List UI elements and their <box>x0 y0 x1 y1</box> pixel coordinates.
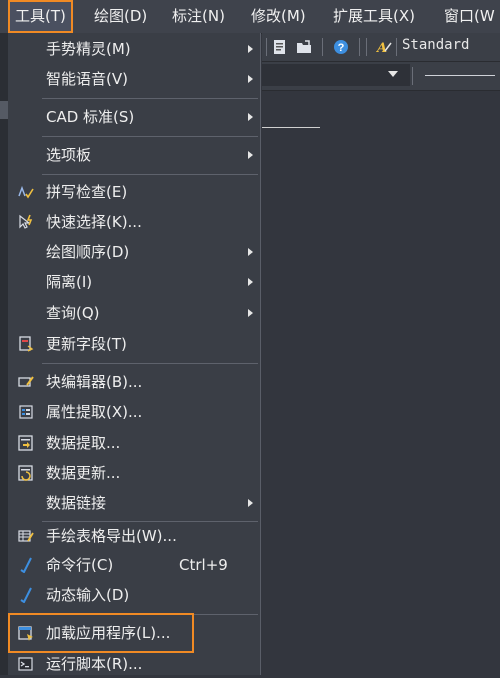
submenu-arrow-icon <box>248 278 253 286</box>
toolbar-separator <box>412 67 413 85</box>
menu-item-label: 数据链接 <box>46 494 107 512</box>
toolbar-separator <box>322 38 323 56</box>
menu-item-gesture-wizard[interactable]: 手势精灵(M) <box>8 35 260 63</box>
left-panel-tab[interactable] <box>0 101 8 119</box>
submenu-arrow-icon <box>248 151 253 159</box>
submenu-arrow-icon <box>248 45 253 53</box>
quick-select-icon <box>19 214 33 229</box>
menu-tools[interactable]: 工具(T) <box>8 0 73 33</box>
menu-item-label: 命令行(C) <box>46 556 114 574</box>
tools-dropdown-menu: 手势精灵(M) 智能语音(V) CAD 标准(S) 选项板 拼写检查(E) 快速… <box>8 33 261 675</box>
menu-item-label: 动态输入(D) <box>46 586 130 604</box>
menu-item-label: 智能语音(V) <box>46 70 128 88</box>
menu-item-hand-table-export[interactable]: 手绘表格导出(W)... <box>8 522 260 550</box>
menu-item-label: 隔离(I) <box>46 273 93 291</box>
menu-item-data-links[interactable]: 数据链接 <box>8 489 260 517</box>
menu-express-tools[interactable]: 扩展工具(X) <box>333 0 415 33</box>
menu-item-attribute-extraction[interactable]: 属性提取(X)... <box>8 398 260 426</box>
menu-item-spell-check[interactable]: 拼写检查(E) <box>8 178 260 206</box>
chevron-down-icon[interactable] <box>388 71 398 77</box>
submenu-arrow-icon <box>248 113 253 121</box>
menu-item-label: 选项板 <box>46 146 92 164</box>
menu-item-label: 运行脚本(R)... <box>46 655 143 673</box>
highlight-annotation <box>8 613 194 653</box>
menu-item-draw-order[interactable]: 绘图顺序(D) <box>8 238 260 266</box>
menu-item-label: 手势精灵(M) <box>46 40 131 58</box>
drawing-canvas-line <box>262 127 320 128</box>
menu-item-block-editor[interactable]: 块编辑器(B)... <box>8 368 260 396</box>
svg-text:A: A <box>376 41 387 55</box>
menu-item-palettes[interactable]: 选项板 <box>8 141 260 169</box>
menu-item-isolate[interactable]: 隔离(I) <box>8 268 260 296</box>
menu-item-quick-select[interactable]: 快速选择(K)... <box>8 208 260 236</box>
spell-check-icon <box>18 185 34 199</box>
menu-item-update-fields[interactable]: 更新字段(T) <box>8 330 260 358</box>
svg-text:?: ? <box>338 42 345 54</box>
run-script-icon <box>18 657 33 671</box>
folder-icon[interactable] <box>296 39 312 55</box>
menu-item-label: CAD 标准(S) <box>46 108 135 126</box>
menu-item-label: 手绘表格导出(W)... <box>46 527 177 545</box>
toolbar-separator <box>359 38 360 56</box>
help-icon[interactable]: ? <box>333 39 349 55</box>
menu-item-label: 绘图顺序(D) <box>46 243 130 261</box>
submenu-arrow-icon <box>248 248 253 256</box>
menu-item-label: 数据更新... <box>46 464 121 482</box>
menu-item-inquiry[interactable]: 查询(Q) <box>8 299 260 327</box>
text-style-combo[interactable]: Standard <box>402 37 469 53</box>
data-update-icon <box>18 465 33 481</box>
menu-separator <box>42 174 258 175</box>
menu-bar: 工具(T) 绘图(D) 标注(N) 修改(M) 扩展工具(X) 窗口(W <box>0 0 500 34</box>
menu-item-label: 拼写检查(E) <box>46 183 128 201</box>
toolbar-separator <box>396 38 397 56</box>
menu-item-label: 更新字段(T) <box>46 335 127 353</box>
menu-item-dynamic-input[interactable]: 动态输入(D) <box>8 581 260 609</box>
block-editor-icon <box>18 376 34 387</box>
menu-draw[interactable]: 绘图(D) <box>94 0 147 33</box>
document-icon[interactable] <box>272 39 288 55</box>
menu-item-cad-standards[interactable]: CAD 标准(S) <box>8 103 260 131</box>
menu-item-label: 属性提取(X)... <box>46 403 143 421</box>
update-fields-icon <box>19 336 34 352</box>
menu-separator <box>42 136 258 137</box>
data-extraction-icon <box>18 435 33 451</box>
table-export-icon <box>18 530 34 542</box>
attribute-extraction-icon <box>19 405 33 419</box>
checkmark-icon <box>20 557 32 573</box>
menu-modify[interactable]: 修改(M) <box>251 0 306 33</box>
menu-item-data-update[interactable]: 数据更新... <box>8 459 260 487</box>
menu-item-label: 块编辑器(B)... <box>46 373 143 391</box>
linetype-swatch[interactable] <box>425 75 495 76</box>
text-style-icon[interactable]: A <box>376 39 392 55</box>
menu-item-label: 查询(Q) <box>46 304 100 322</box>
menu-item-smart-voice[interactable]: 智能语音(V) <box>8 65 260 93</box>
menu-item-run-script[interactable]: 运行脚本(R)... <box>8 650 260 678</box>
toolbar-separator <box>266 38 267 56</box>
toolbar-separator <box>366 38 367 56</box>
menu-window[interactable]: 窗口(W <box>444 0 495 33</box>
menu-dimension[interactable]: 标注(N) <box>172 0 225 33</box>
menu-item-label: 数据提取... <box>46 434 121 452</box>
submenu-arrow-icon <box>248 499 253 507</box>
menu-separator <box>42 363 258 364</box>
menu-separator <box>42 98 258 99</box>
menu-item-label: 快速选择(K)... <box>46 213 142 231</box>
checkmark-icon <box>20 587 32 603</box>
menu-item-command-line[interactable]: 命令行(C) Ctrl+9 <box>8 551 260 579</box>
menu-item-data-extraction[interactable]: 数据提取... <box>8 429 260 457</box>
left-panel-strip <box>0 33 8 675</box>
menu-item-shortcut: Ctrl+9 <box>179 556 228 574</box>
submenu-arrow-icon <box>248 75 253 83</box>
submenu-arrow-icon <box>248 309 253 317</box>
